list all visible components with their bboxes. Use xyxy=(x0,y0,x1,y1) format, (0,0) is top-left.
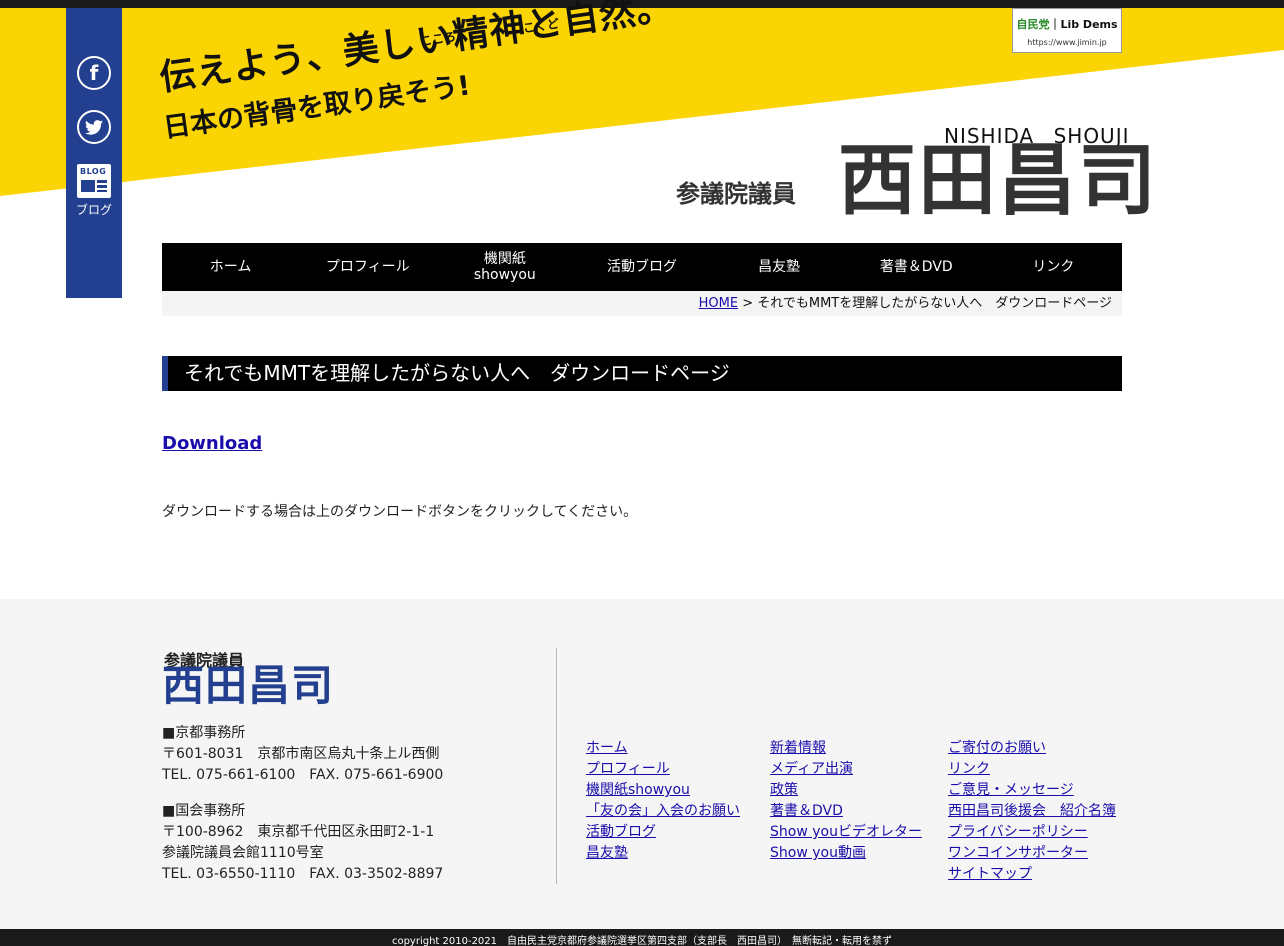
footer-link[interactable]: 西田昌司後援会 紹介名簿 xyxy=(948,801,1116,822)
nav-item-links[interactable]: リンク xyxy=(985,243,1122,291)
footer: 参議院議員 西田昌司 ■京都事務所 〒601-8031 京都市南区烏丸十条上ル西… xyxy=(0,599,1284,929)
main-nav: ホーム プロフィール 機関紙 showyou 活動ブログ 昌友塾 著書＆DVD … xyxy=(162,243,1122,291)
blog-label[interactable]: ブログ xyxy=(66,201,122,218)
nav-item-newsletter[interactable]: 機関紙 showyou xyxy=(436,243,573,291)
footer-link[interactable]: メディア出演 xyxy=(770,759,922,780)
twitter-icon[interactable] xyxy=(77,110,111,144)
copyright-bar: copyright 2010-2021 自由民主党京都府参議院選挙区第四支部（支… xyxy=(0,929,1284,946)
footer-divider xyxy=(556,648,557,884)
footer-link[interactable]: 機関紙showyou xyxy=(586,780,740,801)
nav-item-profile[interactable]: プロフィール xyxy=(299,243,436,291)
footer-link[interactable]: ご意見・メッセージ xyxy=(948,780,1116,801)
nav-item-juku[interactable]: 昌友塾 xyxy=(711,243,848,291)
breadcrumb-home-link[interactable]: HOME xyxy=(699,296,738,311)
twitter-bird-icon xyxy=(85,119,103,135)
footer-links-col-2: 新着情報 メディア出演 政策 著書＆DVD Show youビデオレター Sho… xyxy=(770,738,922,864)
header-role: 参議院議員 xyxy=(676,180,796,208)
nav-item-home[interactable]: ホーム xyxy=(162,243,299,291)
breadcrumb: HOME > それでもMMTを理解したがらない人へ ダウンロードページ xyxy=(162,291,1122,316)
download-note: ダウンロードする場合は上のダウンロードボタンをクリックしてください。 xyxy=(162,504,638,520)
download-link[interactable]: Download xyxy=(162,433,262,454)
page-title: それでもMMTを理解したがらない人へ ダウンロードページ xyxy=(162,356,1122,391)
footer-links-col-3: ご寄付のお願い リンク ご意見・メッセージ 西田昌司後援会 紹介名簿 プライバシ… xyxy=(948,738,1116,885)
footer-link[interactable]: プライバシーポリシー xyxy=(948,822,1116,843)
kyoto-office: ■京都事務所 〒601-8031 京都市南区烏丸十条上ル西側 TEL. 075-… xyxy=(162,725,444,783)
social-sidebar: f BLOG ブログ xyxy=(66,8,122,298)
footer-link[interactable]: Show you動画 xyxy=(770,843,922,864)
footer-link[interactable]: Show youビデオレター xyxy=(770,822,922,843)
footer-link[interactable]: プロフィール xyxy=(586,759,740,780)
header-name: 西田昌司 xyxy=(838,136,1159,226)
blog-icon[interactable]: BLOG xyxy=(77,164,111,198)
nav-item-books[interactable]: 著書＆DVD xyxy=(848,243,985,291)
footer-links-col-1: ホーム プロフィール 機関紙showyou 「友の会」入会のお願い 活動ブログ … xyxy=(586,738,740,864)
footer-link[interactable]: ワンコインサポーター xyxy=(948,843,1116,864)
footer-link[interactable]: 政策 xyxy=(770,780,922,801)
footer-link[interactable]: 「友の会」入会のお願い xyxy=(586,801,740,822)
party-badge-link[interactable]: 自民党｜Lib Dems https://www.jimin.jp xyxy=(1012,8,1122,53)
footer-link[interactable]: リンク xyxy=(948,759,1116,780)
footer-link[interactable]: サイトマップ xyxy=(948,864,1116,885)
footer-link[interactable]: 著書＆DVD xyxy=(770,801,922,822)
footer-link[interactable]: ご寄付のお願い xyxy=(948,738,1116,759)
nav-item-blog[interactable]: 活動ブログ xyxy=(573,243,710,291)
facebook-icon[interactable]: f xyxy=(77,56,111,90)
footer-link[interactable]: 新着情報 xyxy=(770,738,922,759)
footer-link[interactable]: ホーム xyxy=(586,738,740,759)
footer-link[interactable]: 活動ブログ xyxy=(586,822,740,843)
footer-link[interactable]: 昌友塾 xyxy=(586,843,740,864)
footer-name: 西田昌司 xyxy=(162,661,335,710)
diet-office: ■国会事務所 〒100-8962 東京都千代田区永田町2-1-1 参議院議員会館… xyxy=(162,803,444,882)
breadcrumb-current: それでもMMTを理解したがらない人へ ダウンロードページ xyxy=(757,296,1112,311)
